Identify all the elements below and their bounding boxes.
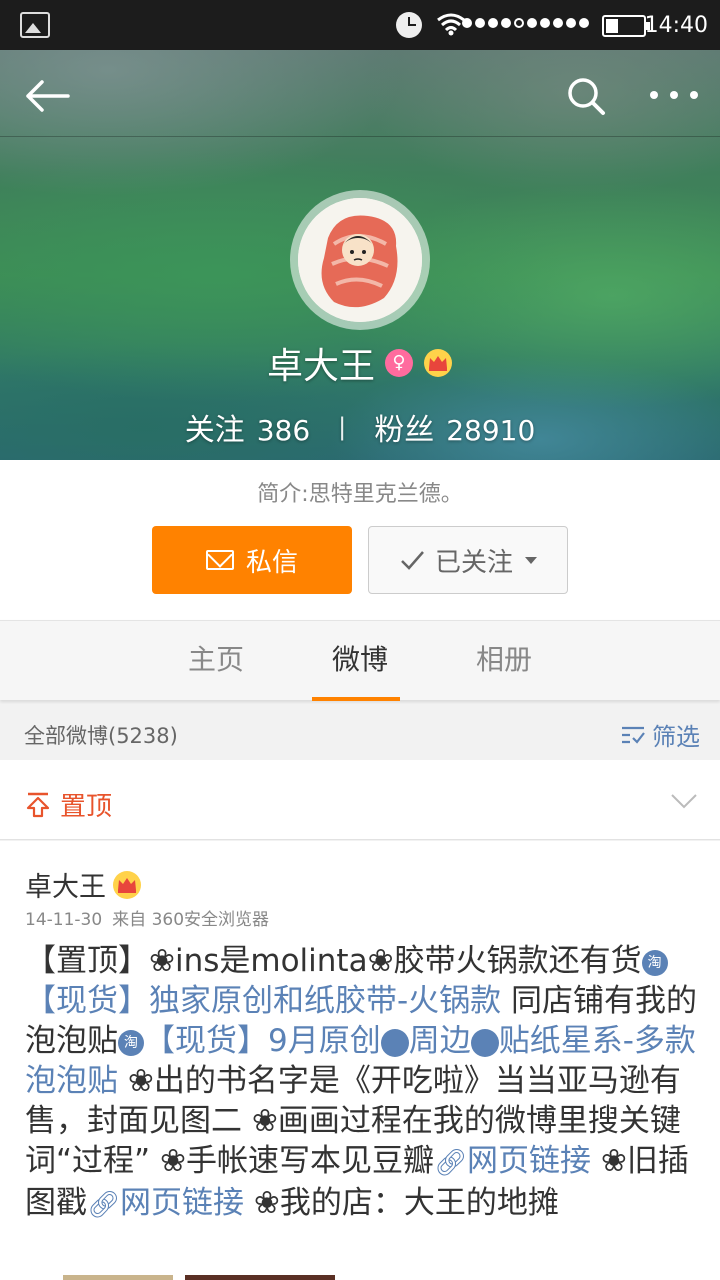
message-button-label: 私信 [245, 547, 298, 578]
pinned-section[interactable]: 置顶 [0, 760, 720, 840]
following-count: 386 [256, 414, 311, 447]
vip-crown-icon[interactable] [423, 348, 453, 378]
chevron-down-icon[interactable] [670, 792, 698, 810]
filter-label: 筛选 [652, 723, 700, 751]
post-link[interactable]: 周边 [409, 1023, 471, 1059]
following-label: 关注 [184, 413, 245, 448]
profile-name-row: 卓大王 ♀ [0, 338, 720, 388]
avatar-illustration [298, 198, 422, 322]
all-posts-count: 全部微博(5238) [24, 724, 178, 748]
link-chain-icon: 🔗︎ [87, 1190, 121, 1220]
avatar[interactable] [290, 190, 430, 330]
post-card[interactable]: 卓大王 14-11-30 来自 360安全浏览器 【置顶】❀ins是molinta… [0, 841, 720, 1280]
battery-icon [602, 15, 650, 37]
post-meta: 14-11-30 来自 360安全浏览器 [25, 905, 269, 930]
fans-count: 28910 [446, 414, 536, 447]
post-web-link[interactable]: 网页链接 [467, 1143, 591, 1179]
post-text: 胶带火锅款还有货 [393, 943, 642, 979]
flower-icon: ❀ [159, 1143, 186, 1179]
profile-header: 卓大王 ♀ 关注 386 | 粉丝 28910 [0, 50, 720, 460]
more-options-icon[interactable] [650, 88, 698, 102]
post-text: 手帐速写本见豆瓣 [185, 1143, 434, 1179]
post-author-row: 卓大王 [25, 865, 142, 904]
profile-name: 卓大王 [266, 346, 375, 387]
filter-icon [622, 726, 645, 744]
message-button[interactable]: 私信 [152, 526, 352, 594]
filter-bar: 全部微博(5238) 筛选 [0, 704, 720, 760]
flower-icon: ❀ [127, 1063, 154, 1099]
follow-stats: 关注 386 | 粉丝 28910 [0, 404, 720, 450]
post-image-thumbnails[interactable] [25, 1275, 701, 1280]
flower-icon: ❀ [251, 1103, 278, 1139]
back-arrow-icon[interactable] [24, 78, 70, 114]
caret-down-icon [525, 556, 537, 564]
header-divider [0, 136, 720, 137]
post-author[interactable]: 卓大王 [25, 865, 106, 904]
flower-icon: ❀ [367, 943, 394, 979]
profile-tabs: 主页 微博 相册 [0, 620, 720, 701]
followed-button-label: 已关注 [434, 547, 513, 578]
flower-icon: ❀ [600, 1143, 627, 1179]
post-date: 14-11-30 [25, 910, 103, 930]
post-source: 来自 360安全浏览器 [112, 910, 270, 930]
followed-button[interactable]: 已关注 [368, 526, 568, 594]
profile-intro: 简介:思特里克兰德。 [257, 482, 463, 507]
profile-actions: 简介:思特里克兰德。 私信 已关注 [0, 460, 720, 620]
check-icon [401, 551, 424, 570]
taobao-icon: 淘 [118, 1029, 144, 1056]
stats-separator: | [338, 413, 347, 441]
post-web-link[interactable]: 网页链接 [120, 1185, 244, 1221]
tab-weibo[interactable]: 微博 [300, 621, 420, 701]
post-body: 【置顶】❀ins是molinta❀胶带火锅款还有货 淘【现货】独家原创和纸胶带-火… [25, 941, 701, 1225]
signal-strength-icon [462, 18, 589, 28]
filter-button[interactable]: 筛选 [620, 717, 700, 752]
post-image-2[interactable] [185, 1275, 335, 1280]
pinned-label: 置顶 [60, 792, 113, 822]
circle-dot-icon [470, 1028, 499, 1057]
post-image-1[interactable] [63, 1275, 173, 1280]
alarm-clock-icon [396, 12, 422, 38]
status-bar: 14:40 [0, 0, 720, 50]
circle-dot-icon [380, 1028, 409, 1057]
image-notification-icon [20, 12, 50, 38]
post-text: 【置顶】 [25, 943, 149, 979]
flower-icon: ❀ [149, 943, 175, 979]
flower-icon: ❀ [253, 1185, 280, 1221]
mail-icon [205, 550, 234, 570]
search-icon[interactable] [566, 76, 606, 116]
status-time: 14:40 [644, 13, 708, 38]
taobao-icon: 淘 [641, 949, 668, 976]
post-link[interactable]: 【现货】独家原创和纸胶带-火锅款 [25, 983, 501, 1019]
vip-crown-icon [113, 870, 141, 899]
post-link[interactable]: 【现货】9月原创 [144, 1023, 381, 1059]
post-text: 我的店：大王的地摊 [279, 1185, 559, 1221]
following-stat[interactable]: 关注 386 [185, 405, 310, 449]
female-gender-icon: ♀ [385, 349, 413, 377]
pin-top-icon [26, 792, 50, 817]
tab-home[interactable]: 主页 [156, 621, 276, 701]
link-chain-icon: 🔗︎ [433, 1148, 467, 1178]
post-text: ins是molinta [174, 943, 368, 979]
tab-album[interactable]: 相册 [444, 621, 564, 701]
fans-label: 粉丝 [374, 413, 435, 448]
fans-stat[interactable]: 粉丝 28910 [374, 405, 535, 449]
pinned-label-group: 置顶 [26, 786, 112, 823]
